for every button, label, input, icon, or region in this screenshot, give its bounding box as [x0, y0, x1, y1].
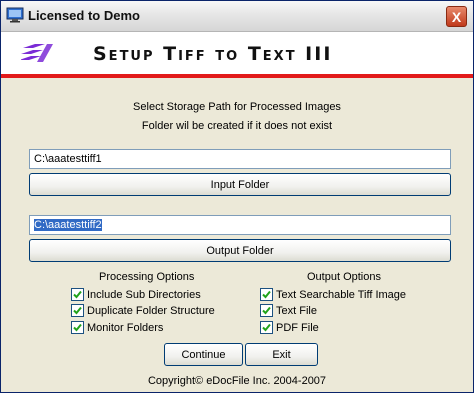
- text-file-option[interactable]: Text File: [260, 304, 317, 317]
- output-folder-button[interactable]: Output Folder: [29, 239, 451, 262]
- text-searchable-tiff-option[interactable]: Text Searchable Tiff Image: [260, 288, 406, 301]
- input-folder-value: C:\aaatesttiff1: [34, 153, 102, 165]
- checkbox-checked-icon[interactable]: [260, 304, 273, 317]
- checkbox-label: Include Sub Directories: [87, 288, 201, 301]
- processing-options-heading: Processing Options: [99, 271, 195, 283]
- pdf-file-option[interactable]: PDF File: [260, 321, 319, 334]
- close-button[interactable]: X: [446, 6, 467, 27]
- setup-window: Licensed to Demo X Setup Tiff to Text II…: [0, 0, 474, 393]
- input-folder-button[interactable]: Input Folder: [29, 173, 451, 196]
- title-bar[interactable]: Licensed to Demo X: [1, 1, 473, 32]
- monitor-folders-option[interactable]: Monitor Folders: [71, 321, 163, 334]
- input-folder-field[interactable]: C:\aaatesttiff1: [29, 149, 451, 169]
- exit-button[interactable]: Exit: [245, 343, 318, 366]
- include-sub-directories-option[interactable]: Include Sub Directories: [71, 288, 201, 301]
- checkbox-checked-icon[interactable]: [71, 321, 84, 334]
- checkbox-label: Text Searchable Tiff Image: [276, 288, 407, 301]
- checkbox-label: PDF File: [276, 321, 319, 334]
- output-options-heading: Output Options: [307, 271, 381, 283]
- copyright-text: Copyright© eDocFile Inc. 2004-2007: [147, 375, 327, 387]
- checkbox-label: Text File: [276, 304, 317, 317]
- output-folder-value: C:\aaatesttiff2: [34, 219, 102, 231]
- banner: Setup Tiff to Text III: [1, 32, 473, 74]
- info-line-1: Select Storage Path for Processed Images: [133, 101, 341, 113]
- checkbox-label: Duplicate Folder Structure: [87, 304, 215, 317]
- logo-stripes-icon: [21, 44, 53, 62]
- checkbox-checked-icon[interactable]: [71, 288, 84, 301]
- banner-title: Setup Tiff to Text III: [93, 43, 333, 65]
- checkbox-checked-icon[interactable]: [260, 321, 273, 334]
- duplicate-folder-structure-option[interactable]: Duplicate Folder Structure: [71, 304, 215, 317]
- checkbox-label: Monitor Folders: [87, 321, 164, 334]
- checkbox-checked-icon[interactable]: [71, 304, 84, 317]
- banner-divider: [1, 74, 473, 78]
- info-line-2: Folder wil be created if it does not exi…: [141, 120, 333, 132]
- monitor-icon: [6, 7, 24, 23]
- continue-button[interactable]: Continue: [164, 343, 243, 366]
- output-folder-field[interactable]: C:\aaatesttiff2: [29, 215, 451, 235]
- window-title: Licensed to Demo: [28, 8, 140, 23]
- checkbox-checked-icon[interactable]: [260, 288, 273, 301]
